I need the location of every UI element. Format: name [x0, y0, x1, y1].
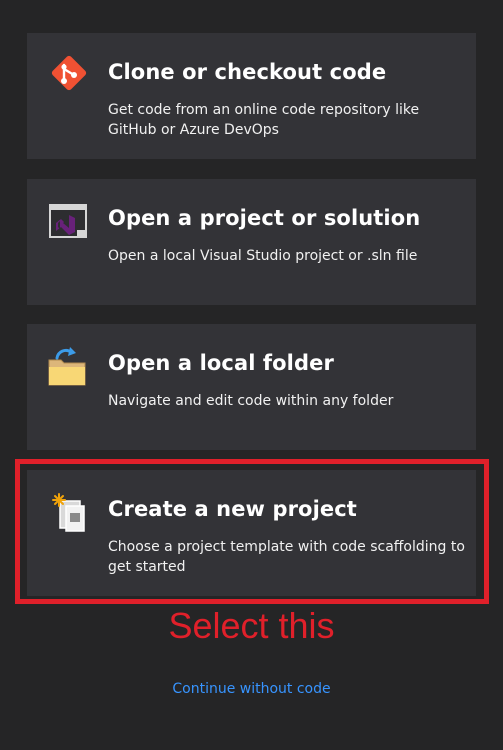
clone-title: Clone or checkout code — [108, 60, 387, 84]
open-project-description: Open a local Visual Studio project or .s… — [108, 248, 418, 264]
open-project-or-solution-button[interactable]: Open a project or solution Open a local … — [27, 179, 476, 305]
open-folder-title: Open a local folder — [108, 351, 334, 375]
clone-or-checkout-code-button[interactable]: Clone or checkout code Get code from an … — [27, 33, 476, 159]
open-local-folder-button[interactable]: Open a local folder Navigate and edit co… — [27, 324, 476, 450]
select-this-annotation: Select this — [168, 605, 335, 646]
continue-without-code-link[interactable]: Continue without code — [0, 681, 503, 697]
visual-studio-solution-icon — [47, 201, 89, 243]
open-folder-icon — [47, 346, 89, 388]
create-project-title: Create a new project — [108, 497, 357, 521]
git-clone-icon — [47, 55, 89, 97]
create-project-description: Choose a project template with code scaf… — [108, 539, 465, 575]
new-project-icon — [47, 492, 89, 534]
get-started-page: Clone or checkout code Get code from an … — [0, 0, 503, 750]
open-folder-description: Navigate and edit code within any folder — [108, 393, 394, 409]
create-new-project-button[interactable]: Create a new project Choose a project te… — [27, 470, 476, 596]
open-project-title: Open a project or solution — [108, 206, 421, 230]
clone-description: Get code from an online code repository … — [108, 102, 420, 138]
